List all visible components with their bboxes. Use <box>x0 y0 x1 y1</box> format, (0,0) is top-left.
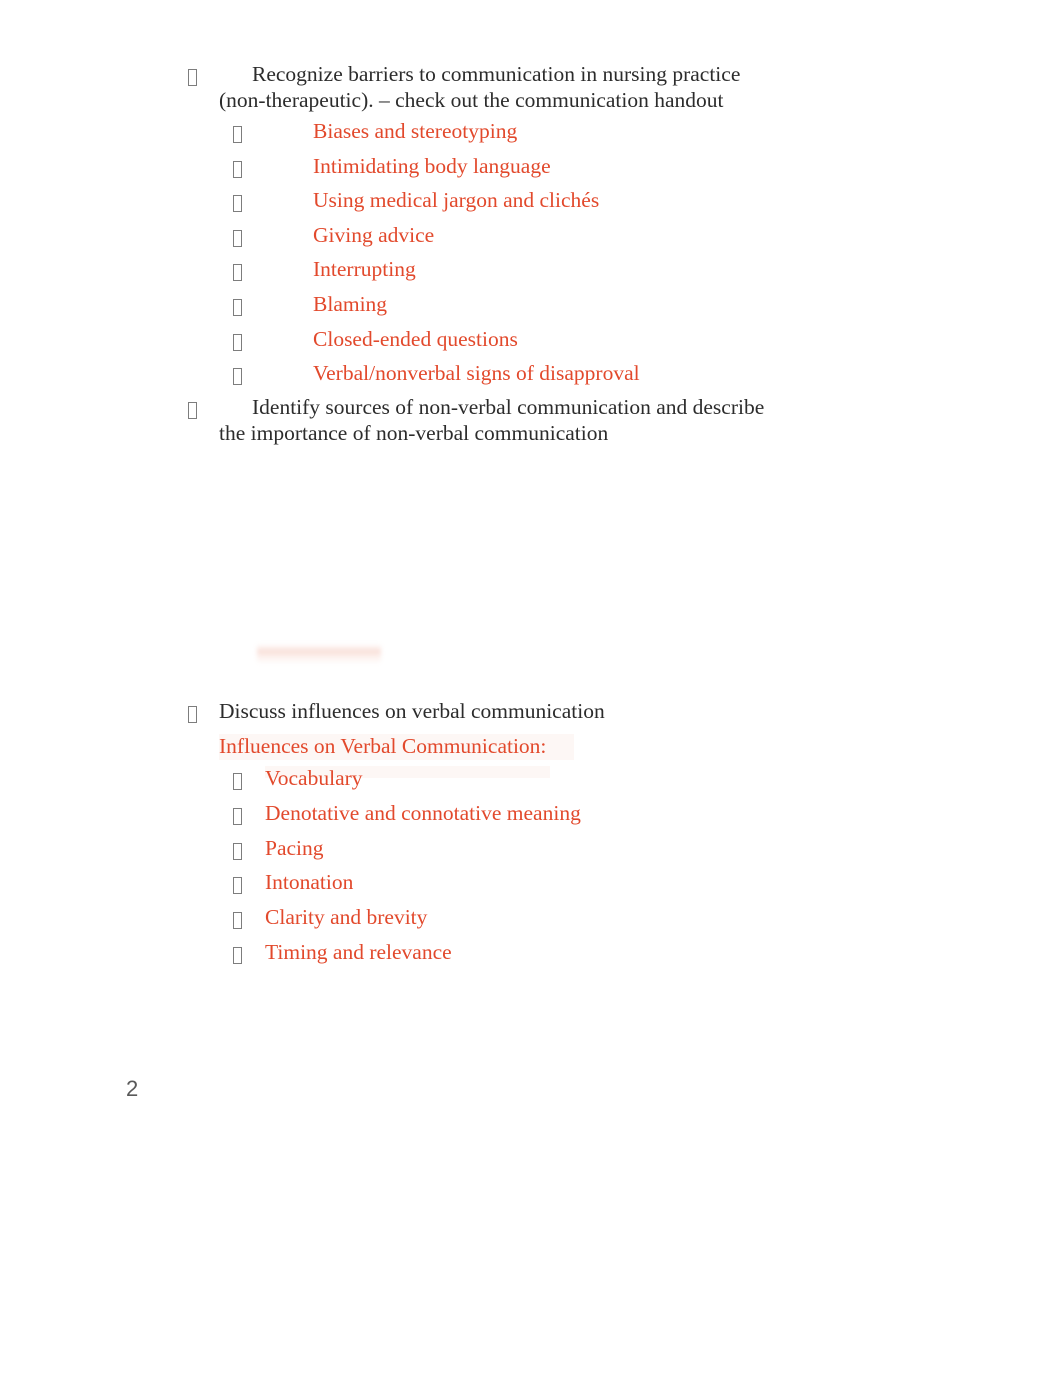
list-item-influence: Intonation <box>0 869 1062 904</box>
list-item-text: Intonation <box>265 870 354 895</box>
list-item-influence: Vocabulary <box>0 765 1062 800</box>
list-item-text: Vocabulary <box>265 766 363 790</box>
list-item-text: Using medical jargon and clichés <box>313 188 600 213</box>
list-item-barrier: Intimidating body language <box>0 153 1062 188</box>
page-number: 2 <box>126 1076 139 1101</box>
list-item-identify-nonverbal: Identify sources of non-verbal communica… <box>0 395 1062 446</box>
bullet-box-icon <box>233 264 242 282</box>
influences-heading-text: Influences on Verbal Communication: <box>219 734 547 758</box>
bullet-box-icon <box>233 126 242 143</box>
list-item-influence: Denotative and connotative meaning <box>0 800 1062 835</box>
list-item-text: Verbal/nonverbal signs of disapproval <box>313 361 640 386</box>
bullet-box-icon <box>233 912 242 930</box>
bullet-box-icon <box>233 946 242 964</box>
list-item-text: Closed-ended questions <box>313 326 518 351</box>
bullet-box-icon <box>188 706 197 723</box>
bullet-box-icon <box>233 229 242 247</box>
list-item-text: Intimidating body language <box>313 153 551 178</box>
list-item-text: Biases and stereotyping <box>313 119 518 143</box>
barriers-sublist: Biases and stereotyping Intimidating bod… <box>0 118 1062 395</box>
list-item-barrier: Closed-ended questions <box>0 326 1062 361</box>
bullet-box-icon <box>233 298 242 316</box>
bullet-box-icon <box>233 333 242 351</box>
list-item-barrier: Biases and stereotyping <box>0 118 1062 153</box>
list-item-barrier: Blaming <box>0 291 1062 326</box>
list-item-text: Recognize barriers to communication in n… <box>219 62 741 112</box>
list-item-influence: Clarity and brevity <box>0 904 1062 939</box>
list-item-recognize-barriers: Recognize barriers to communication in n… <box>0 62 1062 113</box>
bullet-box-icon <box>233 160 242 178</box>
list-item-text: Identify sources of non-verbal communica… <box>219 395 765 445</box>
bullet-box-icon <box>233 773 242 790</box>
list-item-text: Blaming <box>313 291 388 316</box>
bullet-box-icon <box>233 368 242 386</box>
list-item-influence: Timing and relevance <box>0 939 1062 974</box>
list-item-text: Interrupting <box>313 257 416 282</box>
list-item-discuss-influences: Discuss influences on verbal communicati… <box>0 699 1062 725</box>
list-item-barrier: Giving advice <box>0 222 1062 257</box>
influences-sublist: Vocabulary Denotative and connotative me… <box>0 765 1062 974</box>
document-page: Recognize barriers to communication in n… <box>0 0 1062 1376</box>
list-item-barrier: Interrupting <box>0 256 1062 291</box>
list-item-influence: Pacing <box>0 835 1062 870</box>
list-item-text: Discuss influences on verbal communicati… <box>219 699 605 723</box>
list-item-text: Giving advice <box>313 222 435 247</box>
list-item-barrier: Using medical jargon and clichés <box>0 187 1062 222</box>
faded-text-artifact <box>257 644 381 664</box>
list-item-text: Clarity and brevity <box>265 905 428 930</box>
bullet-box-icon <box>233 807 242 825</box>
list-item-barrier: Verbal/nonverbal signs of disapproval <box>0 360 1062 395</box>
bullet-box-icon <box>233 195 242 213</box>
list-item-text: Denotative and connotative meaning <box>265 800 581 825</box>
influences-heading: Influences on Verbal Communication: <box>0 733 1062 759</box>
list-item-text: Timing and relevance <box>265 939 452 964</box>
bullet-box-icon <box>188 69 197 86</box>
bullet-box-icon <box>233 842 242 860</box>
bullet-box-icon <box>233 877 242 895</box>
bullet-box-icon <box>188 402 197 419</box>
list-item-text: Pacing <box>265 835 324 860</box>
